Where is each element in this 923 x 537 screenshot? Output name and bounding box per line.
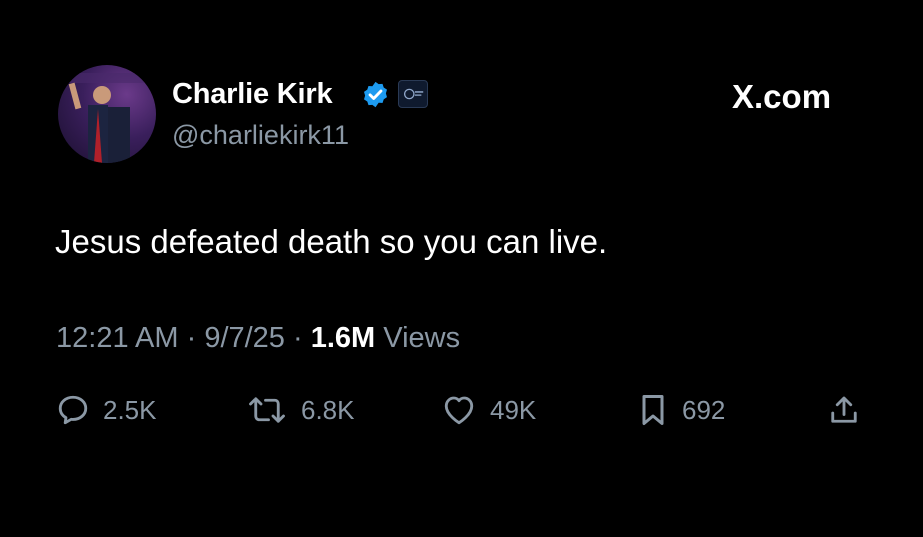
affiliate-badge-icon[interactable] [398, 80, 428, 108]
brand-text: X.com [732, 78, 832, 115]
tweet-date[interactable]: 9/7/25 [204, 322, 285, 354]
views-label: Views [383, 322, 461, 354]
speech-bubble-icon [58, 395, 88, 425]
bookmark-button[interactable]: 692 [636, 392, 725, 428]
share-button[interactable] [826, 392, 862, 428]
avatar-photo [68, 73, 146, 163]
reply-button[interactable]: 2.5K [55, 392, 157, 428]
views-count: 1.6M [310, 322, 376, 354]
tweet-time[interactable]: 12:21 AM [56, 322, 179, 354]
author-handle[interactable]: @charliekirk11 [172, 120, 349, 151]
avatar[interactable] [58, 65, 156, 163]
meta-separator: · [186, 322, 205, 354]
tweet-text: Jesus defeated death so you can live. [55, 223, 608, 260]
bookmark-icon [642, 395, 664, 425]
like-button[interactable]: 49K [440, 392, 536, 428]
repost-count: 6.8K [301, 394, 355, 425]
bookmark-count: 692 [682, 394, 726, 425]
verified-badge-icon [364, 81, 387, 108]
tweet-meta: 12:21 AM · 9/7/25 · 1.6M Views [56, 322, 460, 355]
reply-count: 2.5K [103, 394, 157, 425]
repost-button[interactable]: 6.8K [245, 392, 355, 428]
share-upload-icon [831, 396, 857, 423]
heart-icon [444, 396, 474, 425]
like-count: 49K [490, 394, 537, 425]
repost-arrows-icon [249, 397, 285, 423]
brand-watermark: X.com [732, 78, 831, 116]
author-display-name[interactable]: Charlie Kirk [172, 78, 333, 111]
meta-separator: · [293, 322, 311, 354]
